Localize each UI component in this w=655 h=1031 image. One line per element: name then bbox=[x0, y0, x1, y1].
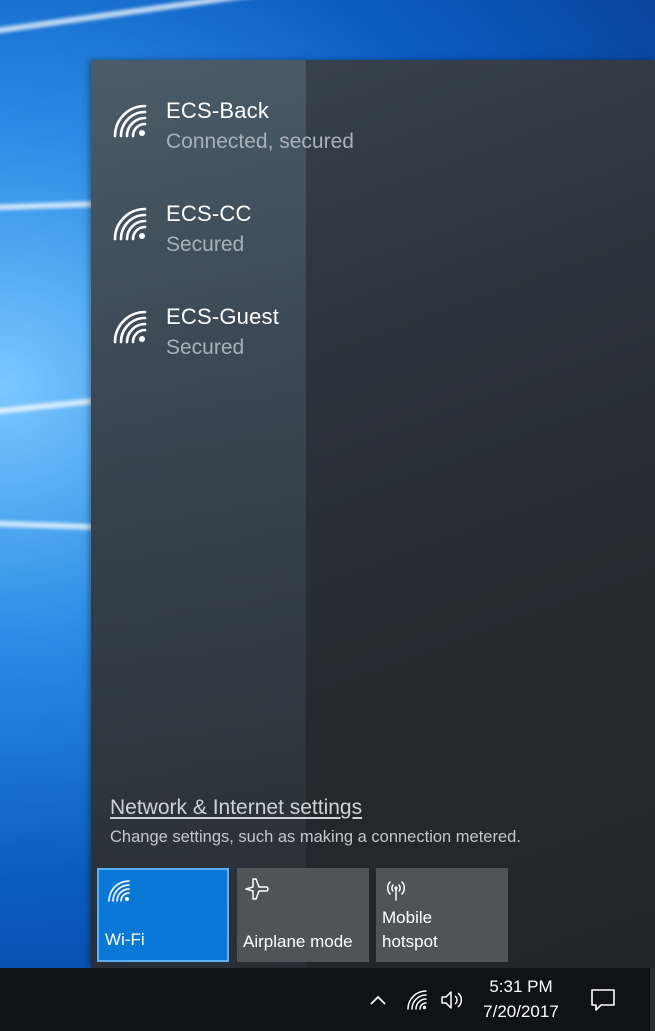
show-hidden-icons-button[interactable] bbox=[364, 968, 392, 1031]
wallpaper-light-beam bbox=[0, 0, 337, 36]
network-status: Secured bbox=[166, 336, 245, 359]
tile-label: Mobile hotspot bbox=[382, 908, 438, 951]
hotspot-icon bbox=[386, 881, 406, 901]
network-name: ECS-Back bbox=[166, 98, 270, 123]
clock[interactable]: 5:31 PM 7/20/2017 bbox=[474, 974, 568, 1024]
network-status: Secured bbox=[166, 233, 245, 256]
quick-actions: Wi-Fi Airplane mode Mobile hotspot bbox=[97, 868, 655, 962]
settings-description: Change settings, such as making a connec… bbox=[110, 828, 521, 846]
taskbar: 5:31 PM 7/20/2017 bbox=[0, 968, 655, 1031]
tile-label: Airplane mode bbox=[243, 932, 353, 951]
network-internet-settings-link[interactable]: Network & Internet settings bbox=[110, 796, 362, 820]
wifi-toggle-tile[interactable]: Wi-Fi bbox=[97, 868, 229, 962]
wifi-icon bbox=[108, 880, 130, 902]
network-item-ecs-back[interactable]: ECS-Back Connected, secured bbox=[91, 90, 655, 193]
network-flyout: ECS-Back Connected, secured ECS-CC Secur… bbox=[91, 60, 655, 968]
chevron-up-icon bbox=[370, 995, 386, 1005]
show-desktop-button[interactable] bbox=[650, 968, 655, 1031]
clock-time: 5:31 PM bbox=[489, 977, 553, 996]
volume-icon bbox=[441, 990, 463, 1009]
network-name: ECS-CC bbox=[166, 201, 252, 226]
wifi-icon bbox=[113, 207, 147, 241]
action-center-button[interactable] bbox=[585, 968, 621, 1031]
clock-date: 7/20/2017 bbox=[483, 1002, 559, 1021]
network-status: Connected, secured bbox=[166, 130, 354, 153]
network-list: ECS-Back Connected, secured ECS-CC Secur… bbox=[91, 90, 655, 399]
network-tray-button[interactable] bbox=[403, 968, 431, 1031]
airplane-icon bbox=[245, 878, 269, 900]
volume-tray-button[interactable] bbox=[437, 968, 469, 1031]
airplane-mode-tile[interactable]: Airplane mode bbox=[237, 868, 369, 962]
action-center-icon bbox=[591, 988, 615, 1011]
wifi-icon bbox=[113, 310, 147, 344]
tile-label: Wi-Fi bbox=[105, 930, 145, 949]
wifi-icon bbox=[407, 989, 427, 1010]
mobile-hotspot-tile[interactable]: Mobile hotspot bbox=[376, 868, 508, 962]
network-item-ecs-cc[interactable]: ECS-CC Secured bbox=[91, 193, 655, 296]
wifi-icon bbox=[113, 104, 147, 138]
network-name: ECS-Guest bbox=[166, 304, 280, 329]
network-item-ecs-guest[interactable]: ECS-Guest Secured bbox=[91, 296, 655, 399]
